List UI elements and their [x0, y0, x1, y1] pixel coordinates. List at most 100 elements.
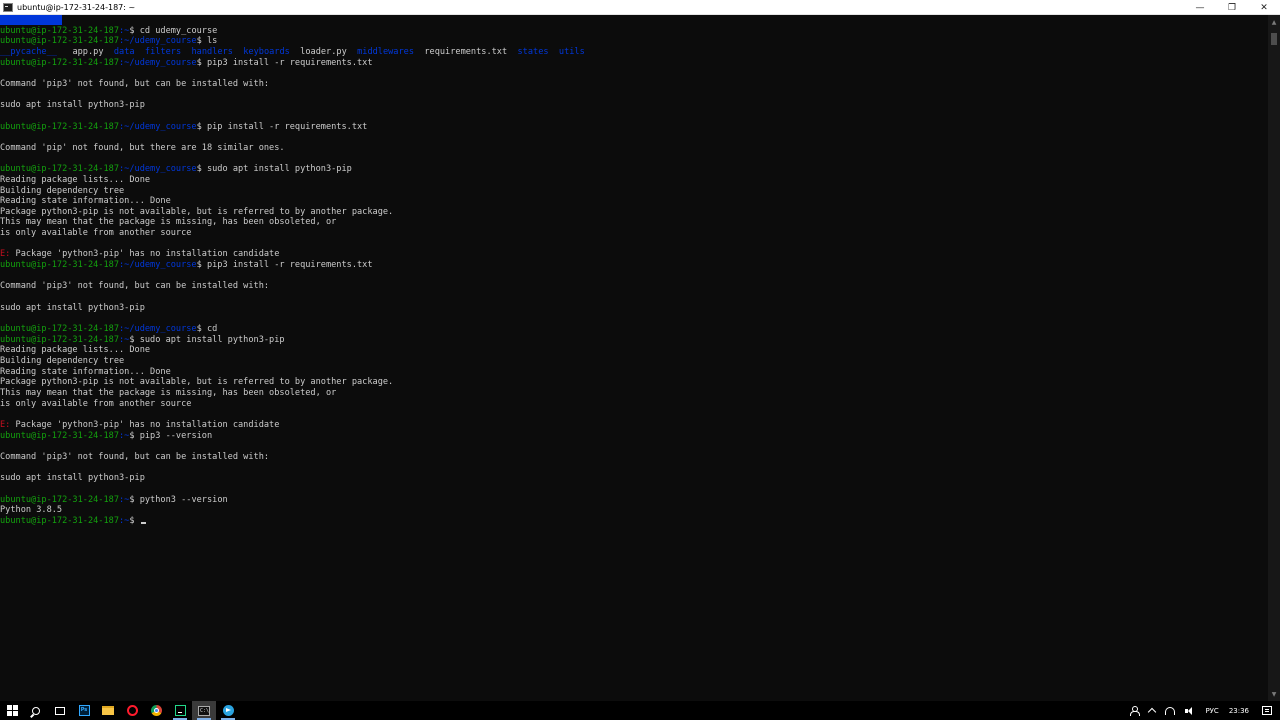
console-line: Package python3-pip is not available, bu… [0, 377, 1268, 388]
console-line: is only available from another source [0, 228, 1268, 239]
pycharm-button[interactable] [168, 701, 192, 720]
network-button[interactable] [1160, 701, 1180, 720]
show-hidden-icons-button[interactable] [1144, 701, 1160, 720]
people-icon [1130, 706, 1141, 716]
prompt-user-host: ubuntu@ip-172-31-24-187 [0, 430, 119, 441]
console-text: $ cd udemy_course [129, 25, 218, 36]
prompt-user-host: ubuntu@ip-172-31-24-187 [0, 494, 119, 505]
console-line: Reading state information... Done [0, 196, 1268, 207]
console-text: Package python3-pip is not available, bu… [0, 206, 394, 217]
minimize-button[interactable]: — [1184, 0, 1216, 15]
opera-button[interactable] [120, 701, 144, 720]
scroll-down-arrow-icon[interactable]: ▼ [1268, 687, 1280, 701]
console-line: This may mean that the package is missin… [0, 388, 1268, 399]
chrome-icon [150, 705, 162, 716]
console-text: app.py [56, 46, 114, 57]
console-line: ubuntu@ip-172-31-24-187:~/udemy_course$ … [0, 36, 1268, 47]
console-line: is only available from another source [0, 399, 1268, 410]
taskbar: Ps C:\ РУС 23:36 [0, 701, 1280, 720]
volume-icon [1185, 706, 1195, 715]
system-tray: РУС 23:36 [1125, 701, 1280, 720]
console-text: $ pip3 --version [129, 430, 213, 441]
console-text: Command 'pip' not found, but there are 1… [0, 142, 285, 153]
console-text: Building dependency tree [0, 185, 125, 196]
console-text: udemy_course [0, 15, 63, 25]
scroll-up-arrow-icon[interactable]: ▲ [1268, 15, 1280, 29]
text-cursor [140, 521, 146, 524]
console-line: sudo apt install python3-pip [0, 473, 1268, 484]
console-text: Reading state information... Done [0, 196, 171, 207]
console-line: E: Package 'python3-pip' has no installa… [0, 249, 1268, 260]
folder-icon [102, 706, 114, 715]
window-title-bar[interactable]: ubuntu@ip-172-31-24-187: ~ — ❐ ✕ [0, 0, 1280, 15]
console-text: This may mean that the package is missin… [0, 217, 337, 228]
console-text: $ cd [196, 324, 218, 335]
language-indicator[interactable]: РУС [1200, 701, 1223, 720]
chrome-button[interactable] [144, 701, 168, 720]
opera-icon [126, 705, 138, 716]
console-text: Package 'python3-pip' has no installatio… [10, 419, 280, 430]
telegram-icon [222, 705, 234, 716]
console-line: Reading package lists... Done [0, 175, 1268, 186]
clock[interactable]: 23:36 [1224, 701, 1254, 720]
photoshop-icon: Ps [78, 705, 90, 716]
search-button[interactable] [24, 701, 48, 720]
path-text: utils [558, 46, 585, 57]
notifications-button[interactable] [1254, 701, 1280, 720]
console-line: __pycache__ app.py data filters handlers… [0, 47, 1268, 58]
path-text: :~/udemy_course [119, 260, 197, 271]
console-text: is only available from another source [0, 398, 192, 409]
path-text: :~/udemy_course [119, 164, 197, 175]
console-line: E: Package 'python3-pip' has no installa… [0, 420, 1268, 431]
console-line: Command 'pip3' not found, but can be ins… [0, 452, 1268, 463]
terminal-output[interactable]: udemy_course ubuntu@ip-172-31-24-187:~$ c… [0, 15, 1268, 701]
path-text: :~/udemy_course [119, 324, 197, 335]
console-line: ubuntu@ip-172-31-24-187:~/udemy_course$ … [0, 260, 1268, 271]
path-text: :~ [119, 334, 130, 345]
people-button[interactable] [1125, 701, 1144, 720]
terminal-button[interactable]: C:\ [192, 701, 216, 720]
console-text: is only available from another source [0, 228, 192, 239]
console-line: ubuntu@ip-172-31-24-187:~/udemy_course$ … [0, 164, 1268, 175]
console-line: This may mean that the package is missin… [0, 217, 1268, 228]
path-text: filters [144, 46, 182, 57]
path-text: :~/udemy_course [119, 57, 197, 68]
console-text: Reading state information... Done [0, 366, 171, 377]
path-text: :~/udemy_course [119, 121, 197, 132]
close-button[interactable]: ✕ [1248, 0, 1280, 15]
console-line: ubuntu@ip-172-31-24-187:~$ cd udemy_cour… [0, 26, 1268, 37]
console-line: Command 'pip3' not found, but can be ins… [0, 79, 1268, 90]
restore-button[interactable]: ❐ [1216, 0, 1248, 15]
console-line: udemy_course [0, 15, 1268, 26]
telegram-button[interactable] [216, 701, 240, 720]
file-explorer-button[interactable] [96, 701, 120, 720]
console-text: Reading package lists... Done [0, 174, 151, 185]
vertical-scrollbar[interactable]: ▲ ▼ [1268, 15, 1280, 701]
path-text: :~ [119, 25, 130, 36]
console-line: ubuntu@ip-172-31-24-187:~$ [0, 516, 1268, 527]
console-line: Building dependency tree [0, 186, 1268, 197]
terminal-icon: C:\ [198, 705, 210, 716]
console-text: Command 'pip3' not found, but can be ins… [0, 78, 270, 89]
console-text: Command 'pip3' not found, but can be ins… [0, 451, 270, 462]
task-view-button[interactable] [48, 701, 72, 720]
console-text: $ sudo apt install python3-pip [129, 334, 285, 345]
pycharm-icon [174, 705, 186, 716]
start-button[interactable] [0, 701, 24, 720]
volume-button[interactable] [1180, 701, 1200, 720]
task-view-icon [55, 706, 65, 715]
prompt-user-host: ubuntu@ip-172-31-24-187 [0, 334, 119, 345]
console-text: $ pip3 install -r requirements.txt [196, 260, 373, 271]
console-text: $ sudo apt install python3-pip [196, 164, 352, 175]
console-line: sudo apt install python3-pip [0, 303, 1268, 314]
console-text: Package 'python3-pip' has no installatio… [10, 249, 280, 260]
scroll-thumb[interactable] [1271, 33, 1277, 45]
console-text: Command 'pip3' not found, but can be ins… [0, 281, 270, 292]
photoshop-button[interactable]: Ps [72, 701, 96, 720]
